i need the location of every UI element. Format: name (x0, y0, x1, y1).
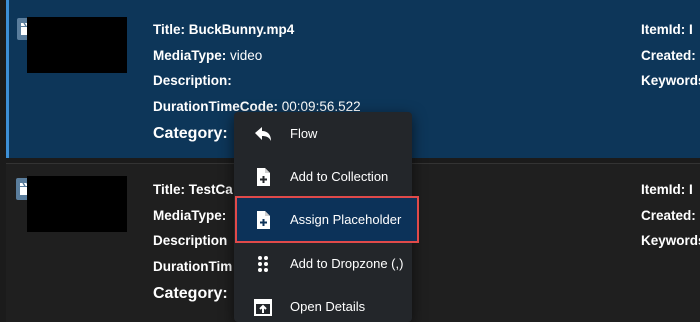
mediatype-value: video (230, 47, 263, 63)
description-label: Description: (153, 73, 232, 88)
menu-item-assign-placeholder[interactable]: Assign Placeholder (235, 196, 419, 243)
metadata-right-column: ItemId: I Created: Keywords (641, 177, 700, 254)
menu-item-add-to-collection[interactable]: Add to Collection (234, 155, 412, 198)
itemid-label: ItemId: I (641, 182, 693, 197)
file-plus-icon (252, 166, 274, 188)
menu-item-label: Add to Dropzone (,) (290, 256, 404, 271)
thumbnail[interactable] (27, 17, 127, 73)
mediatype-label: MediaType: (153, 207, 227, 223)
menu-item-open-details[interactable]: Open Details (234, 285, 412, 322)
created-label: Created: (641, 207, 696, 223)
drag-dots-icon (252, 253, 274, 275)
mediatype-label: MediaType: (153, 47, 227, 63)
menu-item-add-to-dropzone[interactable]: Add to Dropzone (,) (234, 242, 412, 285)
title-label: Title: (153, 22, 186, 37)
keywords-label: Keywords (641, 233, 700, 248)
menu-item-label: Assign Placeholder (290, 212, 402, 227)
menu-item-label: Flow (290, 126, 318, 141)
duration-label: DurationTim (153, 258, 233, 274)
menu-item-flow[interactable]: Flow (234, 112, 412, 155)
description-label: Description (153, 233, 228, 248)
metadata-list: Title: TestCa MediaType: Description Dur… (153, 177, 233, 309)
metadata-right-column: ItemId: I Created: Keywords (641, 17, 700, 94)
reply-arrow-icon (252, 123, 274, 145)
title-value: BuckBunny.mp4 (188, 22, 295, 37)
category-label: Category: (153, 285, 228, 302)
thumbnail[interactable] (27, 176, 127, 232)
title-label: Title: (153, 182, 186, 197)
title-value: TestCa (188, 182, 233, 197)
created-label: Created: (641, 47, 696, 63)
keywords-label: Keywords (641, 73, 700, 88)
menu-item-label: Add to Collection (290, 169, 389, 184)
file-plus-icon (252, 209, 274, 231)
context-menu: Flow Add to Collection Assign Placeholde… (234, 112, 419, 322)
menu-item-label: Open Details (290, 299, 366, 314)
category-label: Category: (153, 125, 228, 142)
open-window-icon (252, 296, 274, 318)
itemid-label: ItemId: I (641, 22, 693, 37)
